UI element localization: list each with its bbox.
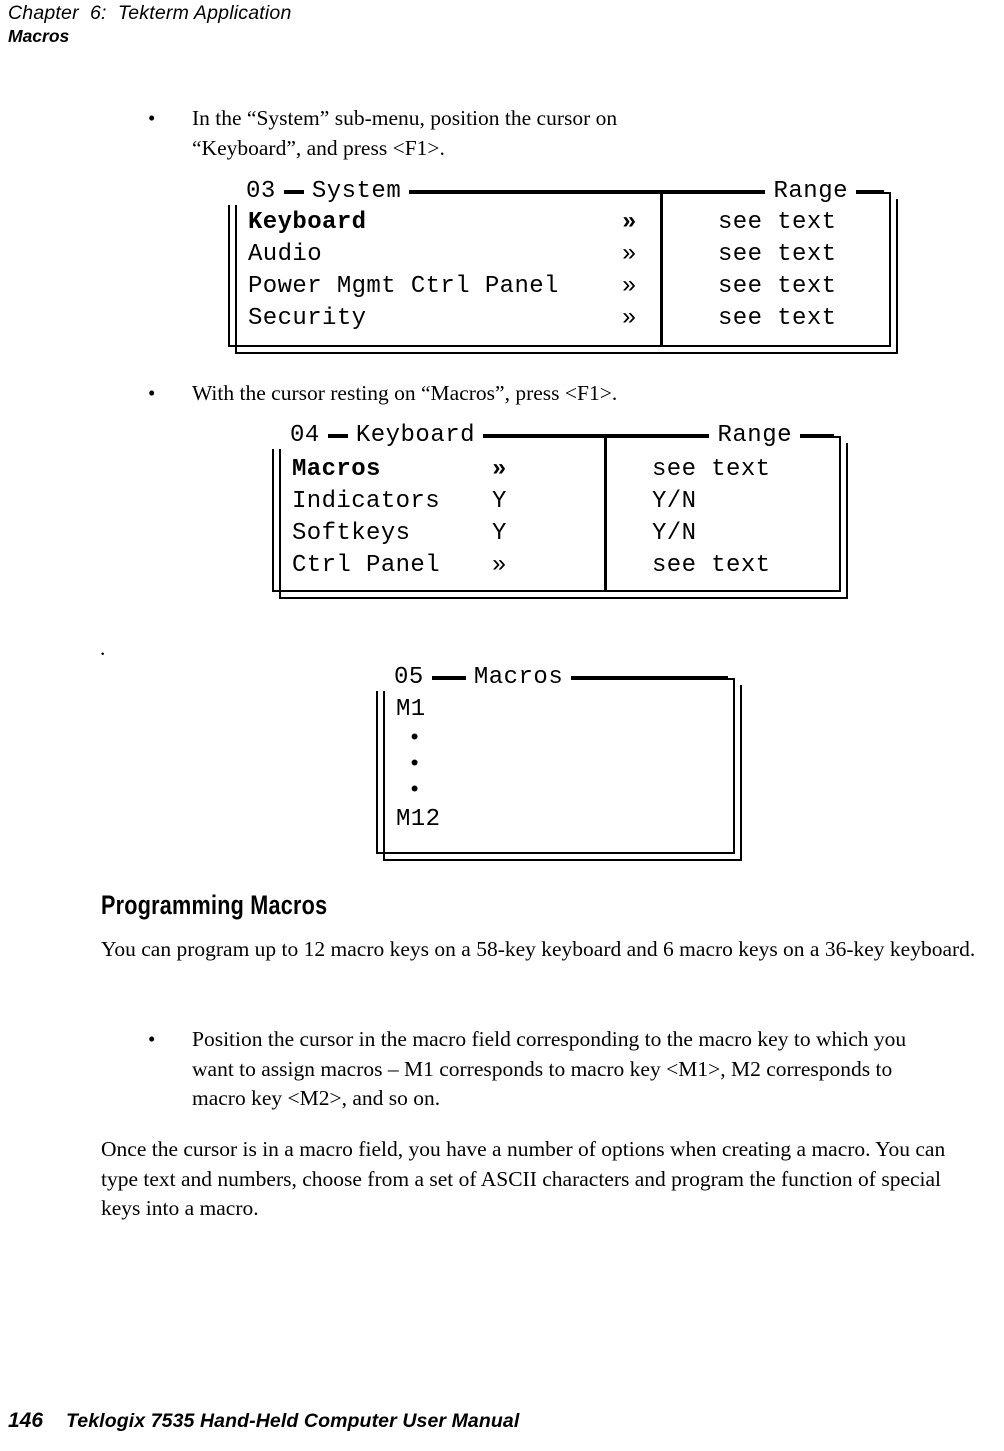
caption-rule-long (409, 179, 766, 205)
menu-body: 03 System Range Keyboard » see text Audi… (228, 179, 891, 347)
menu-row-label: M1 (396, 696, 426, 723)
caption-rule-long (483, 423, 710, 449)
bullet-item-text: Position the cursor in the macro field c… (192, 1027, 907, 1110)
caption-left-spacer (376, 665, 386, 691)
menu-row-value: » (622, 241, 637, 268)
menu-row-macros[interactable]: Macros » see text (274, 454, 839, 486)
menu-row-label: Keyboard (248, 209, 367, 236)
caption-left-spacer (272, 423, 282, 449)
menu-row-value: » (492, 552, 507, 579)
ellipsis-dot-icon: • (408, 778, 422, 803)
menu-row-m12[interactable]: M12 (378, 804, 733, 836)
menu-row-range: see text (718, 241, 837, 268)
footer-page-number: 146 (8, 1409, 44, 1432)
header-section-title: Macros (8, 26, 70, 46)
menu-rows: Keyboard » see text Audio » see text Pow… (230, 207, 889, 345)
menu-row-range: see text (652, 552, 771, 579)
menu-row-label: Power Mgmt Ctrl Panel (248, 273, 559, 300)
menu-range-column-title: Range (765, 179, 856, 205)
menu-body: 04 Keyboard Range Macros » see text Indi… (272, 423, 841, 592)
menu-id-label: 05 (386, 665, 432, 691)
menu-rows: M1 • • • M12 (378, 694, 733, 852)
menu-row-range: see text (652, 456, 771, 483)
menu-row-value: » (492, 456, 507, 483)
page-footer: 146 Teklogix 7535 Hand-Held Computer Use… (8, 1409, 519, 1433)
menu-caption-bar: 03 System Range (228, 179, 884, 205)
caption-rule-long (571, 665, 728, 691)
menu-row-ctrl-panel[interactable]: Ctrl Panel » see text (274, 550, 839, 582)
caption-rule-end (856, 179, 884, 205)
ellipsis-dot-3: • (378, 778, 733, 804)
paragraph-macro-key-counts: You can program up to 12 macro keys on a… (101, 937, 976, 961)
menu-row-value: Y (492, 520, 507, 547)
menu-row-label: M12 (396, 806, 441, 833)
menu-row-value: » (622, 305, 637, 332)
menu-rows: Macros » see text Indicators Y Y/N Softk… (274, 454, 839, 590)
menu-row-label: Security (248, 305, 367, 332)
ellipsis-dot-icon: • (408, 752, 422, 777)
caption-rule-short (283, 179, 304, 205)
bullet-item-position-cursor: • Position the cursor in the macro field… (140, 1025, 945, 1114)
ellipsis-dot-1: • (378, 726, 733, 752)
menu-row-softkeys[interactable]: Softkeys Y Y/N (274, 518, 839, 550)
menu-row-label: Indicators (292, 488, 441, 515)
bullet-item-macros-cursor: • With the cursor resting on “Macros”, p… (140, 379, 840, 409)
menu-row-keyboard[interactable]: Keyboard » see text (230, 207, 889, 239)
menu-row-security[interactable]: Security » see text (230, 303, 889, 335)
menu-screen-keyboard[interactable]: 04 Keyboard Range Macros » see text Indi… (272, 423, 848, 599)
stray-period-text: . (100, 636, 106, 660)
menu-row-label: Ctrl Panel (292, 552, 441, 579)
menu-row-value: » (622, 209, 637, 236)
menu-row-value: Y (492, 488, 507, 515)
bullet-item-text: With the cursor resting on “Macros”, pre… (192, 381, 618, 405)
ellipsis-dot-icon: • (408, 726, 422, 751)
menu-id-label: 04 (282, 423, 328, 449)
menu-body: 05 Macros M1 • • • M12 (376, 665, 735, 854)
menu-row-power-mgmt-ctrl-panel[interactable]: Power Mgmt Ctrl Panel » see text (230, 271, 889, 303)
bullet-marker-icon: • (148, 106, 156, 130)
menu-title-label: System (303, 179, 410, 205)
bullet-item-text: In the “System” sub-menu, position the c… (192, 106, 618, 160)
menu-row-audio[interactable]: Audio » see text (230, 239, 889, 271)
menu-row-m1[interactable]: M1 (378, 694, 733, 726)
menu-id-label: 03 (238, 179, 284, 205)
caption-rule-end (800, 423, 834, 449)
menu-row-indicators[interactable]: Indicators Y Y/N (274, 486, 839, 518)
menu-title-label: Keyboard (347, 423, 484, 449)
paragraph-macro-options: Once the cursor is in a macro field, you… (101, 1137, 946, 1220)
menu-row-range: see text (718, 305, 837, 332)
menu-row-range: Y/N (652, 520, 697, 547)
ellipsis-dot-2: • (378, 752, 733, 778)
menu-row-label: Macros (292, 456, 381, 483)
caption-rule-short (327, 423, 348, 449)
menu-caption-bar: 05 Macros (376, 665, 728, 691)
bullet-marker-icon: • (148, 1027, 156, 1051)
bullet-marker-icon: • (148, 381, 156, 405)
menu-caption-bar: 04 Keyboard Range (272, 423, 834, 449)
menu-row-range: see text (718, 209, 837, 236)
menu-range-column-title: Range (709, 423, 800, 449)
menu-title-label: Macros (465, 665, 572, 691)
menu-row-range: Y/N (652, 488, 697, 515)
header-chapter-title: Chapter 6: Tekterm Application (8, 2, 292, 24)
menu-row-range: see text (718, 273, 837, 300)
caption-rule-short (431, 665, 466, 691)
page-running-header: Chapter 6: Tekterm Application Macros (8, 2, 708, 47)
caption-left-spacer (228, 179, 238, 205)
menu-row-label: Audio (248, 241, 323, 268)
section-heading-programming-macros: Programming Macros (101, 890, 328, 920)
footer-manual-title: Teklogix 7535 Hand-Held Computer User Ma… (66, 1410, 520, 1432)
menu-screen-system[interactable]: 03 System Range Keyboard » see text Audi… (228, 179, 898, 354)
bullet-item-system-submenu: • In the “System” sub-menu, position the… (140, 104, 730, 163)
menu-row-value: » (622, 273, 637, 300)
menu-row-label: Softkeys (292, 520, 411, 547)
menu-screen-macros[interactable]: 05 Macros M1 • • • M12 (376, 665, 742, 861)
